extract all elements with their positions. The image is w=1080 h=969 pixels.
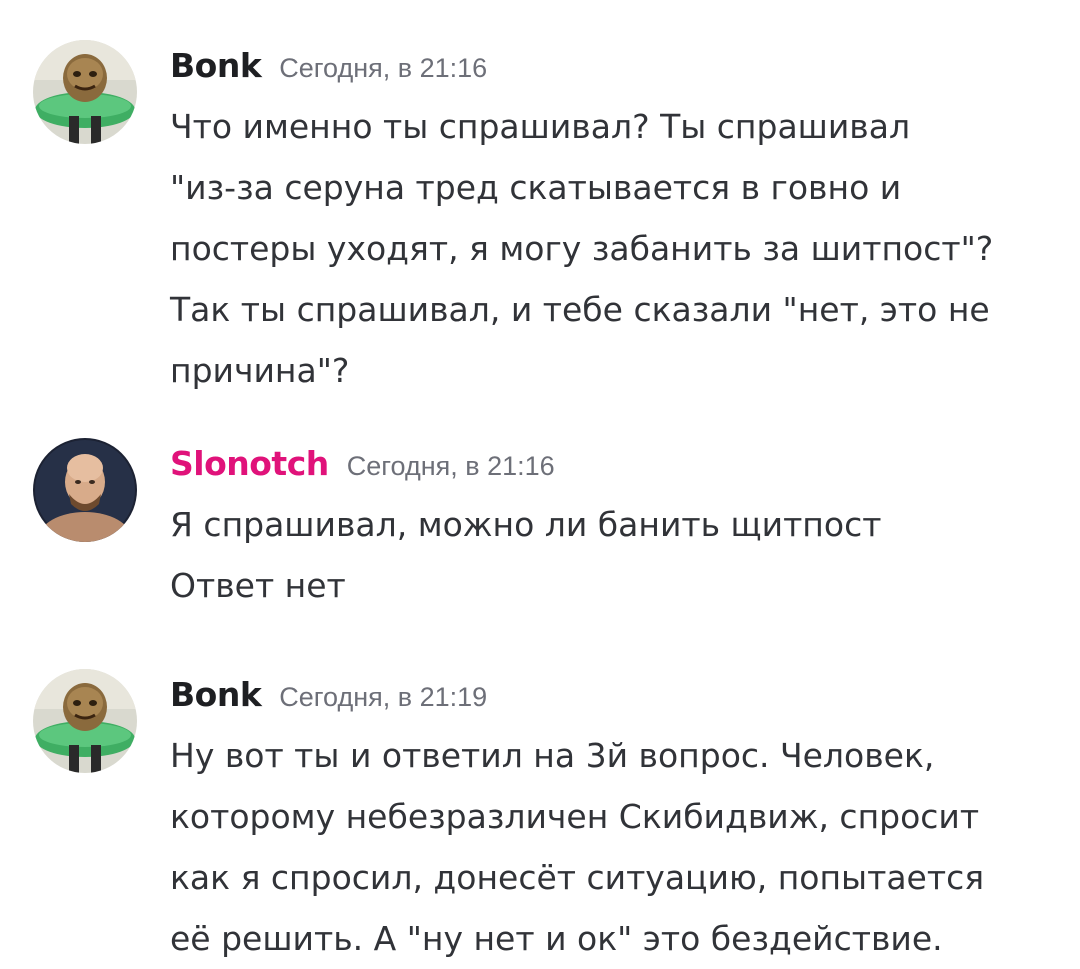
message-timestamp: Сегодня, в 21:16: [279, 53, 488, 83]
message-header: Slonotch Сегодня, в 21:16: [170, 444, 555, 483]
green-troll-avatar-icon: [33, 40, 137, 144]
message-line: Я спрашивал, можно ли банить щитпост: [170, 505, 882, 544]
message-line: которому небезразличен Скибидвиж, спроси…: [170, 797, 980, 836]
message-line: Ну вот ты и ответил на 3й вопрос. Челове…: [170, 736, 935, 775]
message-content: Ну вот ты и ответил на 3й вопрос. Челове…: [170, 725, 1050, 969]
green-troll-avatar-icon: [33, 669, 137, 773]
user-avatar[interactable]: [33, 40, 137, 144]
message-content: Я спрашивал, можно ли банить щитпост Отв…: [170, 494, 1050, 616]
message-header: Bonk Сегодня, в 21:19: [170, 675, 487, 714]
user-avatar[interactable]: [33, 438, 137, 542]
message-line: Так ты спрашивал, и тебе сказали "нет, э…: [170, 290, 990, 329]
message-line: Ответ нет: [170, 566, 346, 605]
message-header: Bonk Сегодня, в 21:16: [170, 46, 487, 85]
message-timestamp: Сегодня, в 21:16: [346, 451, 555, 481]
user-avatar[interactable]: [33, 669, 137, 773]
message-line: "из-за серуна тред скатывается в говно и: [170, 168, 902, 207]
message-line: постеры уходят, я могу забанить за шитпо…: [170, 229, 994, 268]
message-line: как я спросил, донесёт ситуацию, попытае…: [170, 858, 985, 897]
bald-man-avatar-icon: [33, 438, 137, 542]
message-content: Что именно ты спрашивал? Ты спрашивал "и…: [170, 96, 1050, 401]
message-timestamp: Сегодня, в 21:19: [279, 682, 488, 712]
author-name[interactable]: Bonk: [170, 46, 262, 85]
message-line: Что именно ты спрашивал? Ты спрашивал: [170, 107, 911, 146]
message-line: причина"?: [170, 351, 350, 390]
author-name[interactable]: Bonk: [170, 675, 262, 714]
author-name[interactable]: Slonotch: [170, 444, 329, 483]
